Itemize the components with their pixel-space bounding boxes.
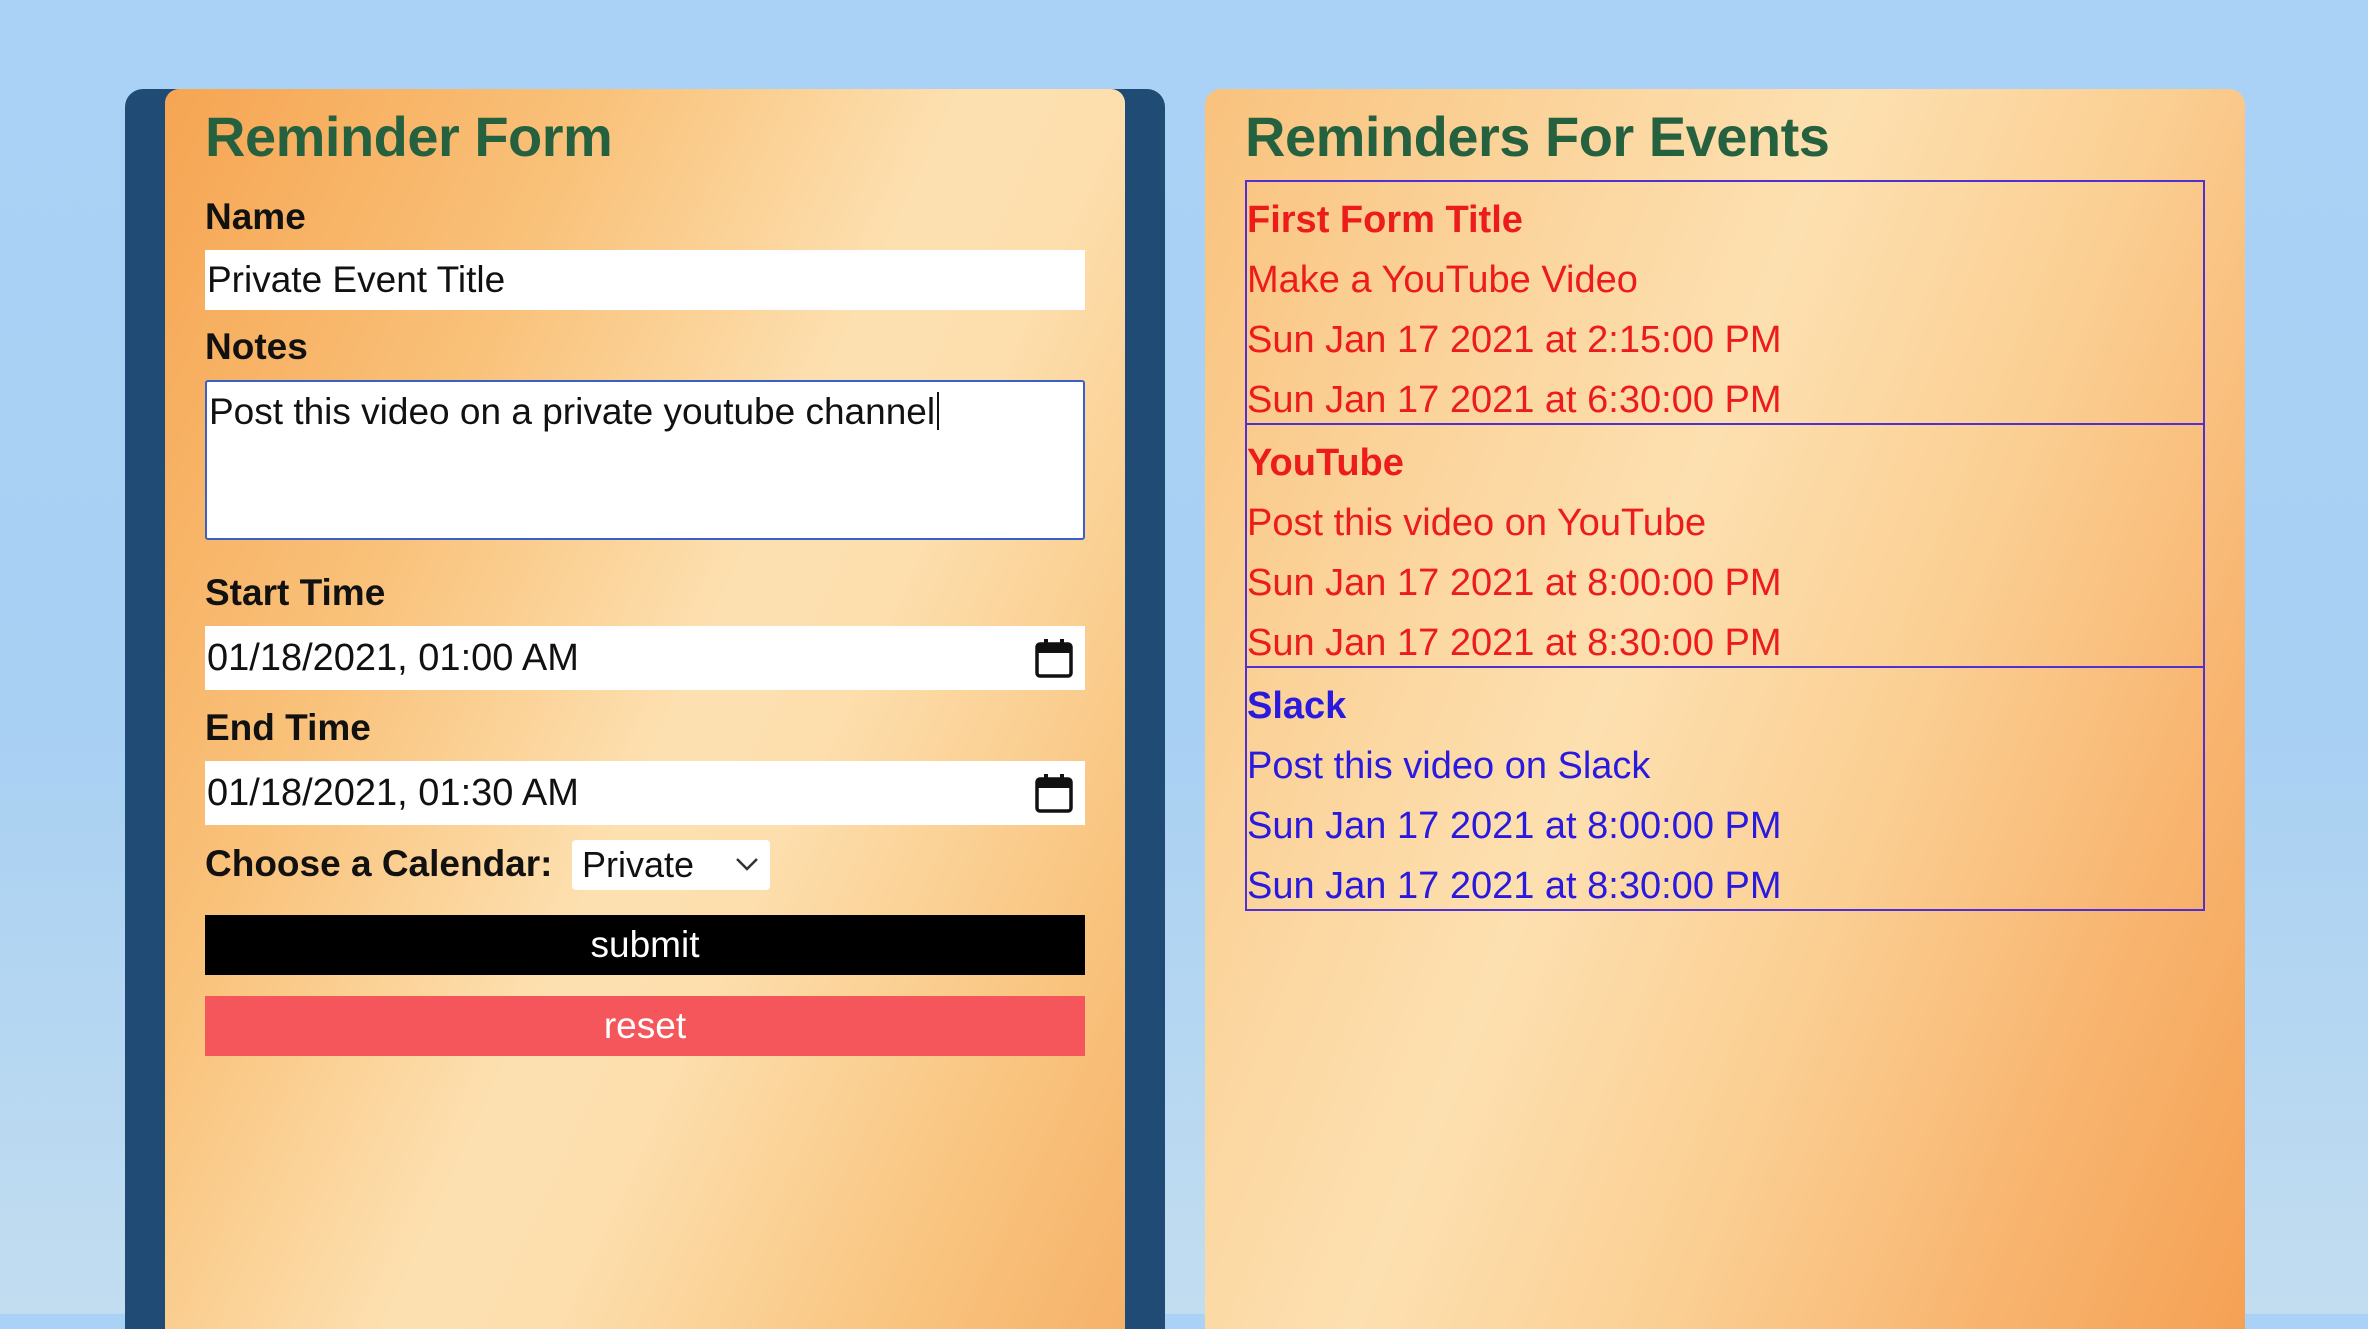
start-time-input[interactable]: 01/18/2021, 01:00 AM: [205, 626, 1085, 690]
event-start-time: Sun Jan 17 2021 at 8:00:00 PM: [1247, 562, 1782, 604]
calendar-select[interactable]: Private: [572, 840, 770, 890]
start-time-label: Start Time: [205, 572, 386, 613]
event-notes: Post this video on YouTube: [1247, 502, 1707, 544]
text-cursor: [937, 392, 940, 430]
notes-label: Notes: [205, 326, 308, 367]
event-item[interactable]: First Form Title Make a YouTube Video Su…: [1245, 180, 2205, 425]
event-item[interactable]: YouTube Post this video on YouTube Sun J…: [1245, 423, 2205, 668]
event-title: Slack: [1247, 685, 1347, 727]
event-title: First Form Title: [1247, 199, 1523, 241]
event-start-time: Sun Jan 17 2021 at 2:15:00 PM: [1247, 319, 1782, 361]
event-item[interactable]: Slack Post this video on Slack Sun Jan 1…: [1245, 666, 2205, 911]
events-title: Reminders For Events: [1245, 105, 1830, 168]
event-notes: Make a YouTube Video: [1247, 259, 1638, 301]
notes-textarea[interactable]: Post this video on a private youtube cha…: [205, 380, 1085, 540]
calendar-select-value: Private: [582, 844, 695, 885]
calendar-select-label: Choose a Calendar:: [205, 843, 553, 884]
name-label: Name: [205, 196, 306, 237]
event-end-time: Sun Jan 17 2021 at 6:30:00 PM: [1247, 379, 1782, 421]
form-title: Reminder Form: [205, 105, 613, 168]
end-time-value: 01/18/2021, 01:30 AM: [207, 772, 579, 814]
event-title: YouTube: [1247, 442, 1404, 484]
event-start-time: Sun Jan 17 2021 at 8:00:00 PM: [1247, 805, 1782, 847]
calendar-icon[interactable]: [1035, 638, 1073, 678]
reset-button[interactable]: reset: [205, 996, 1085, 1056]
calendar-icon[interactable]: [1035, 773, 1073, 813]
submit-button[interactable]: submit: [205, 915, 1085, 975]
name-input[interactable]: Private Event Title: [205, 250, 1085, 310]
start-time-value: 01/18/2021, 01:00 AM: [207, 637, 579, 679]
chevron-down-icon: [736, 858, 758, 871]
event-end-time: Sun Jan 17 2021 at 8:30:00 PM: [1247, 622, 1782, 664]
end-time-label: End Time: [205, 707, 371, 748]
end-time-input[interactable]: 01/18/2021, 01:30 AM: [205, 761, 1085, 825]
event-notes: Post this video on Slack: [1247, 745, 1651, 787]
event-end-time: Sun Jan 17 2021 at 8:30:00 PM: [1247, 865, 1782, 907]
event-list: First Form Title Make a YouTube Video Su…: [1245, 180, 2205, 911]
notes-text: Post this video on a private youtube cha…: [209, 391, 936, 432]
